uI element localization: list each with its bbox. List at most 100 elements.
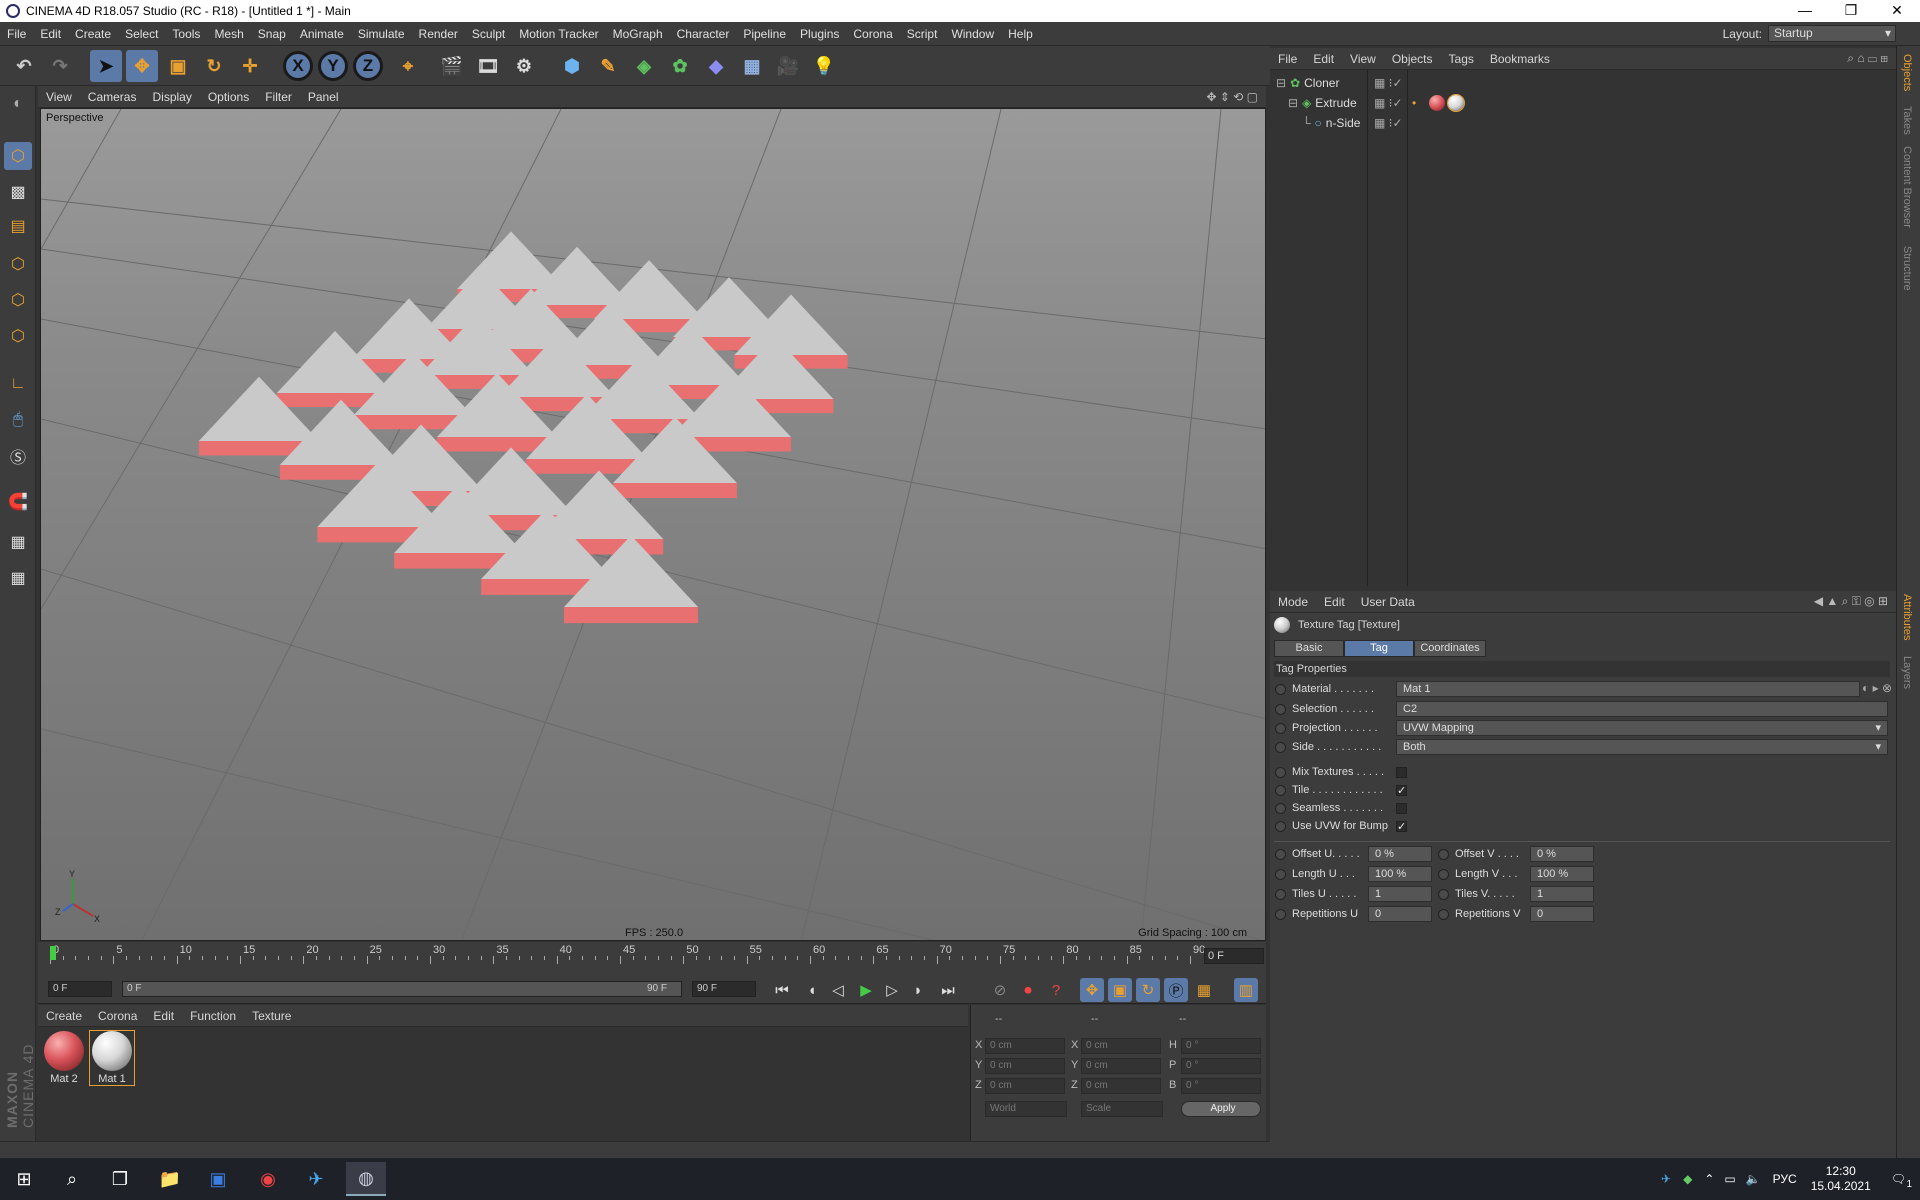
- coordinate-system-icon[interactable]: ⌖: [392, 50, 424, 82]
- use-uvw-bump-checkbox[interactable]: ✓: [1396, 821, 1407, 833]
- rotation-b-field[interactable]: 0 °: [1181, 1078, 1261, 1094]
- repetitions-v-field[interactable]: 0: [1530, 906, 1594, 922]
- layout-dropdown[interactable]: Startup: [1768, 25, 1896, 42]
- menu-create[interactable]: Create: [68, 27, 118, 41]
- side-dropdown[interactable]: Both: [1396, 739, 1888, 755]
- viewport-nav-icons[interactable]: ✥ ⇕ ⟲ ▢: [1206, 90, 1258, 104]
- scale-tool-icon[interactable]: ▣: [162, 50, 194, 82]
- menu-help[interactable]: Help: [1001, 27, 1040, 41]
- key-pla-icon[interactable]: ▦: [1192, 978, 1216, 1002]
- close-button[interactable]: ✕: [1874, 0, 1920, 22]
- timeline-ruler[interactable]: 0 5 10 15 20 25 30 35 40 45 50 55 60 65 70 75 80 85 90: [50, 944, 1205, 970]
- edges-mode-icon[interactable]: ⬡: [4, 286, 32, 314]
- go-to-start-icon[interactable]: ⏮: [770, 978, 794, 1002]
- end-frame-field[interactable]: 90 F: [692, 981, 756, 997]
- telegram-icon[interactable]: ✈: [296, 1162, 336, 1196]
- file-explorer-icon[interactable]: 📁: [150, 1162, 190, 1196]
- viewport-menu-options[interactable]: Options: [200, 90, 257, 104]
- redo-icon[interactable]: ↷: [44, 50, 76, 82]
- material-link-buttons[interactable]: ◐ ▸ ⊗: [1862, 681, 1892, 695]
- menu-simulate[interactable]: Simulate: [351, 27, 412, 41]
- menu-mesh[interactable]: Mesh: [207, 27, 250, 41]
- position-x-field[interactable]: 0 cm: [985, 1038, 1065, 1054]
- clock[interactable]: 12:30 15.04.2021: [1811, 1164, 1871, 1194]
- previous-key-icon[interactable]: ◖: [800, 978, 824, 1002]
- current-frame-field[interactable]: 0 F: [1204, 948, 1264, 964]
- nvidia-tray-icon[interactable]: ◆: [1683, 1172, 1692, 1186]
- side-tab-layers[interactable]: Layers: [1901, 656, 1913, 689]
- objects-menu-file[interactable]: File: [1270, 52, 1305, 66]
- menu-animate[interactable]: Animate: [293, 27, 351, 41]
- objects-menu-view[interactable]: View: [1342, 52, 1384, 66]
- object-row-nside[interactable]: └ ○ n-Side ▦ ⁝✓: [1270, 114, 1896, 132]
- menu-motion-tracker[interactable]: Motion Tracker: [512, 27, 605, 41]
- attributes-menu-user-data[interactable]: User Data: [1353, 595, 1423, 609]
- previous-frame-icon[interactable]: ◁: [826, 978, 850, 1002]
- menu-tools[interactable]: Tools: [165, 27, 207, 41]
- visibility-toggle[interactable]: ▦ ⁝✓: [1374, 76, 1403, 90]
- length-u-field[interactable]: 100 %: [1368, 866, 1432, 882]
- key-position-icon[interactable]: ✥: [1080, 978, 1104, 1002]
- phong-tag-icon[interactable]: •: [1412, 96, 1416, 110]
- telegram-tray-icon[interactable]: ✈: [1661, 1172, 1671, 1186]
- offset-v-field[interactable]: 0 %: [1530, 846, 1594, 862]
- timeline-window-icon[interactable]: ▥: [1234, 978, 1258, 1002]
- side-tab-objects[interactable]: Objects: [1901, 54, 1913, 91]
- workplane-icon[interactable]: ▤: [4, 212, 32, 240]
- menu-window[interactable]: Window: [944, 27, 1001, 41]
- move-tool-icon[interactable]: ✥: [126, 50, 158, 82]
- material-swatch-mat1[interactable]: Mat 1: [89, 1030, 135, 1086]
- viewport-menu-cameras[interactable]: Cameras: [80, 90, 145, 104]
- pen-spline-icon[interactable]: ✎: [592, 50, 624, 82]
- language-indicator[interactable]: РУС: [1773, 1172, 1797, 1186]
- rotation-h-field[interactable]: 0 °: [1181, 1038, 1261, 1054]
- menu-character[interactable]: Character: [670, 27, 737, 41]
- autokey-icon[interactable]: ⏺: [1016, 978, 1040, 1002]
- undo-icon[interactable]: ↶: [8, 50, 40, 82]
- cinema4d-taskbar-icon[interactable]: ◍: [346, 1162, 386, 1196]
- side-tab-takes[interactable]: Takes: [1901, 106, 1913, 135]
- tweak-mode-icon[interactable]: 🖱: [4, 406, 32, 434]
- objects-menu-bookmarks[interactable]: Bookmarks: [1482, 52, 1558, 66]
- material-link-field[interactable]: Mat 1: [1396, 681, 1860, 697]
- rotation-p-field[interactable]: 0 °: [1181, 1058, 1261, 1074]
- material-swatch-mat2[interactable]: Mat 2: [42, 1031, 86, 1085]
- material-menu-corona[interactable]: Corona: [90, 1009, 145, 1023]
- z-axis-lock-button[interactable]: Z: [353, 51, 383, 81]
- solo-mode-icon[interactable]: Ⓢ: [4, 442, 32, 470]
- texture-mode-icon[interactable]: ▩: [4, 178, 32, 206]
- viewport-menu-panel[interactable]: Panel: [300, 90, 347, 104]
- key-scale-icon[interactable]: ▣: [1108, 978, 1132, 1002]
- menu-edit[interactable]: Edit: [33, 27, 68, 41]
- tile-checkbox[interactable]: ✓: [1396, 785, 1407, 797]
- 3d-viewport[interactable]: Y X Z Perspective FPS : 250.0 Grid Spaci…: [40, 108, 1266, 941]
- hidden-icons-chevron-icon[interactable]: ⌃: [1704, 1172, 1714, 1186]
- menu-sculpt[interactable]: Sculpt: [465, 27, 512, 41]
- floor-icon[interactable]: ▦: [736, 50, 768, 82]
- tiles-v-field[interactable]: 1: [1530, 886, 1594, 902]
- coord-mode-dropdown[interactable]: Scale: [1081, 1101, 1163, 1117]
- minimize-button[interactable]: —: [1782, 0, 1828, 22]
- menu-mograph[interactable]: MoGraph: [606, 27, 670, 41]
- select-arrow-icon[interactable]: ➤: [90, 50, 122, 82]
- record-active-icon[interactable]: ⊘: [988, 978, 1012, 1002]
- material-menu-function[interactable]: Function: [182, 1009, 244, 1023]
- tab-coordinates[interactable]: Coordinates: [1414, 640, 1486, 657]
- axis-mode-icon[interactable]: ∟: [4, 370, 32, 398]
- menu-corona[interactable]: Corona: [846, 27, 899, 41]
- material-menu-edit[interactable]: Edit: [145, 1009, 182, 1023]
- objects-menu-tags[interactable]: Tags: [1441, 52, 1482, 66]
- texture-tag-mat2[interactable]: [1429, 95, 1445, 111]
- attributes-menu-edit[interactable]: Edit: [1316, 595, 1353, 609]
- maximize-button[interactable]: ❐: [1828, 0, 1874, 22]
- polygons-mode-icon[interactable]: ⬡: [4, 322, 32, 350]
- menu-select[interactable]: Select: [118, 27, 165, 41]
- visibility-toggle[interactable]: ▦ ⁝✓: [1374, 116, 1403, 130]
- menu-snap[interactable]: Snap: [251, 27, 293, 41]
- next-frame-icon[interactable]: ▷: [880, 978, 904, 1002]
- object-row-extrude[interactable]: ⊟ ◈ Extrude ▦ ⁝✓ •: [1270, 94, 1896, 112]
- menu-script[interactable]: Script: [900, 27, 945, 41]
- viewport-menu-view[interactable]: View: [38, 90, 80, 104]
- tab-tag[interactable]: Tag: [1344, 640, 1414, 657]
- tiles-u-field[interactable]: 1: [1368, 886, 1432, 902]
